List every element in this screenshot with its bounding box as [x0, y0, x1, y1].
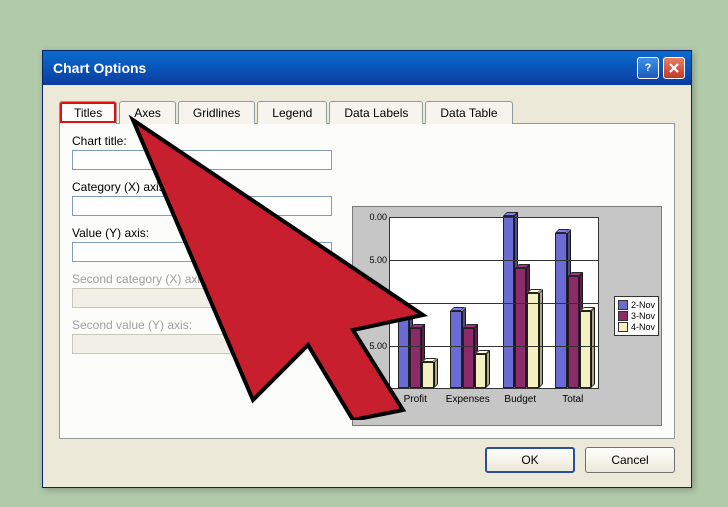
- field-category-x: Category (X) axis:: [72, 180, 332, 216]
- bar: [527, 293, 538, 388]
- legend-item: 3-Nov: [618, 311, 655, 321]
- bar: [475, 354, 486, 388]
- chart-preview: 2-Nov 3-Nov 4-Nov $- 5.00 0.00 5.00 0.00 Prof…: [352, 206, 662, 426]
- legend-swatch: [618, 311, 628, 321]
- tab-data-table[interactable]: Data Table: [425, 101, 512, 124]
- y-tick-label: 0.00: [369, 212, 387, 222]
- legend-item: 4-Nov: [618, 322, 655, 332]
- bar: [463, 328, 474, 388]
- tab-legend[interactable]: Legend: [257, 101, 327, 124]
- gridline: [389, 346, 599, 347]
- title-bar: Chart Options ?: [43, 51, 691, 85]
- dialog-buttons: OK Cancel: [485, 447, 675, 473]
- value-y-label: Value (Y) axis:: [72, 226, 332, 240]
- bar: [450, 311, 461, 388]
- bar: [422, 362, 433, 388]
- close-button[interactable]: [663, 57, 685, 79]
- help-icon: ?: [645, 62, 652, 74]
- ok-button[interactable]: OK: [485, 447, 575, 473]
- legend-label: 2-Nov: [631, 300, 655, 310]
- field-second-category-x: Second category (X) axis:: [72, 272, 332, 308]
- category-x-label: Category (X) axis:: [72, 180, 332, 194]
- form-column: Chart title: Category (X) axis: Value (Y…: [60, 124, 340, 438]
- bar: [580, 311, 591, 388]
- category-x-input[interactable]: [72, 196, 332, 216]
- chart-options-dialog: Chart Options ? Titles Axes Gridlines Le…: [42, 50, 692, 488]
- close-icon: [668, 62, 680, 74]
- bar: [398, 319, 409, 388]
- gridline: [389, 303, 599, 304]
- chart-preview-column: 2-Nov 3-Nov 4-Nov $- 5.00 0.00 5.00 0.00 Prof…: [340, 124, 674, 438]
- value-y-input[interactable]: [72, 242, 332, 262]
- chart-title-label: Chart title:: [72, 134, 332, 148]
- legend-label: 4-Nov: [631, 322, 655, 332]
- tab-pane: Chart title: Category (X) axis: Value (Y…: [59, 123, 675, 439]
- gridline: [389, 260, 599, 261]
- y-tick-label: $-: [379, 384, 387, 394]
- x-category-label: Profit: [404, 394, 427, 405]
- bar: [568, 276, 579, 388]
- tab-gridlines[interactable]: Gridlines: [178, 101, 255, 124]
- gridline: [389, 217, 599, 218]
- legend-label: 3-Nov: [631, 311, 655, 321]
- help-button[interactable]: ?: [637, 57, 659, 79]
- second-value-y-input: [72, 334, 241, 354]
- tab-titles[interactable]: Titles: [59, 101, 117, 124]
- field-chart-title: Chart title:: [72, 134, 332, 170]
- chart-title-input[interactable]: [72, 150, 332, 170]
- legend-item: 2-Nov: [618, 300, 655, 310]
- bar: [515, 268, 526, 388]
- second-category-x-input: [72, 288, 241, 308]
- tab-axes[interactable]: Axes: [119, 101, 176, 124]
- y-tick-label: 0.00: [369, 298, 387, 308]
- bar: [555, 233, 566, 388]
- legend: 2-Nov 3-Nov 4-Nov: [614, 296, 659, 336]
- cancel-button[interactable]: Cancel: [585, 447, 675, 473]
- bar: [410, 328, 421, 388]
- x-category-label: Expenses: [446, 394, 490, 405]
- x-category-label: Budget: [504, 394, 536, 405]
- legend-swatch: [618, 300, 628, 310]
- legend-swatch: [618, 322, 628, 332]
- window-title: Chart Options: [53, 60, 633, 76]
- tab-data-labels[interactable]: Data Labels: [329, 101, 423, 124]
- field-second-value-y: Second value (Y) axis:: [72, 318, 332, 354]
- second-category-x-label: Second category (X) axis:: [72, 272, 332, 286]
- second-value-y-label: Second value (Y) axis:: [72, 318, 332, 332]
- tab-strip: Titles Axes Gridlines Legend Data Labels…: [59, 101, 675, 124]
- x-category-label: Total: [562, 394, 583, 405]
- y-tick-label: 5.00: [369, 341, 387, 351]
- y-tick-label: 5.00: [369, 255, 387, 265]
- field-value-y: Value (Y) axis:: [72, 226, 332, 262]
- bar: [503, 216, 514, 388]
- dialog-body: Titles Axes Gridlines Legend Data Labels…: [43, 85, 691, 487]
